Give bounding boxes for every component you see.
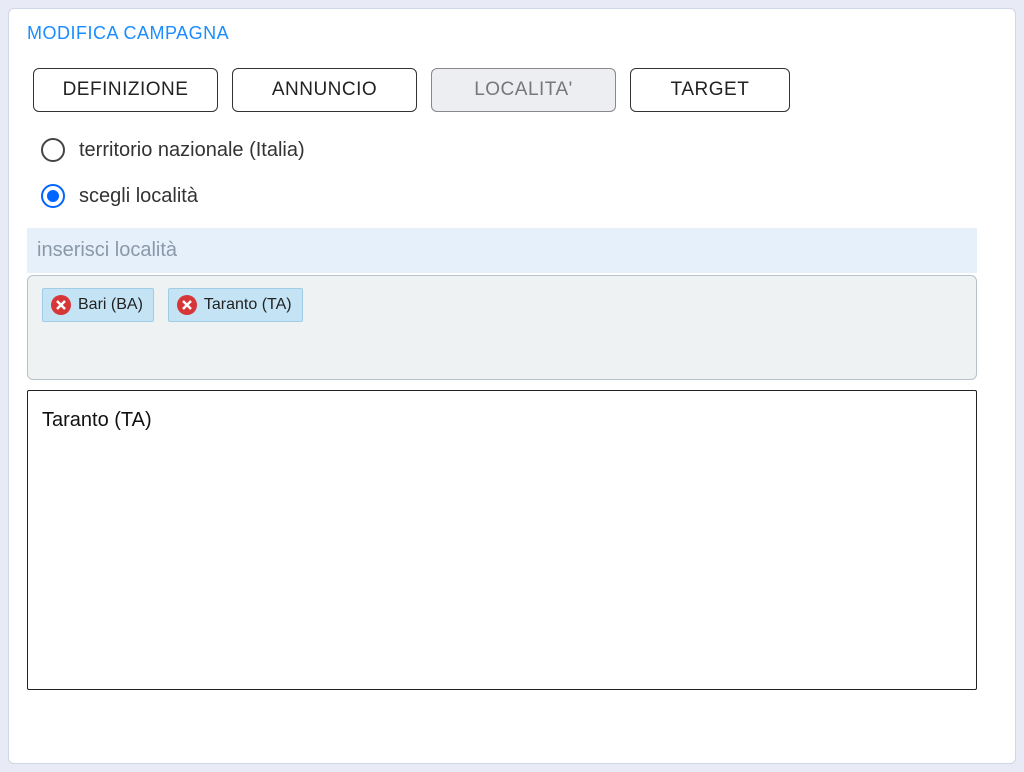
radio-icon-selected [41,184,65,208]
location-suggestions-dropdown: Taranto (TA) [27,390,977,690]
tabs-bar: DEFINIZIONE ANNUNCIO LOCALITA' TARGET [33,68,997,112]
tab-localita[interactable]: LOCALITA' [431,68,616,112]
suggestion-item[interactable]: Taranto (TA) [42,409,962,432]
location-tag-label: Taranto (TA) [204,296,292,314]
location-tag: Taranto (TA) [168,288,303,322]
panel-title: MODIFICA CAMPAGNA [27,23,997,44]
tab-definizione[interactable]: DEFINIZIONE [33,68,218,112]
tab-target[interactable]: TARGET [630,68,790,112]
radio-choose-label: scegli località [79,185,198,208]
close-icon [56,300,66,310]
campaign-edit-panel: MODIFICA CAMPAGNA DEFINIZIONE ANNUNCIO L… [8,8,1016,764]
radio-icon [41,138,65,162]
radio-choose-location[interactable]: scegli località [41,184,997,208]
location-tag: Bari (BA) [42,288,154,322]
radio-national[interactable]: territorio nazionale (Italia) [41,138,997,162]
location-scope-group: territorio nazionale (Italia) scegli loc… [41,138,997,208]
radio-dot-icon [47,190,59,202]
close-icon [182,300,192,310]
location-tag-label: Bari (BA) [78,296,143,314]
tab-annuncio[interactable]: ANNUNCIO [232,68,417,112]
location-search-input[interactable]: inserisci località [27,228,977,273]
radio-national-label: territorio nazionale (Italia) [79,139,305,162]
selected-locations-area: Bari (BA) Taranto (TA) [27,275,977,380]
remove-location-button[interactable] [51,295,71,315]
remove-location-button[interactable] [177,295,197,315]
